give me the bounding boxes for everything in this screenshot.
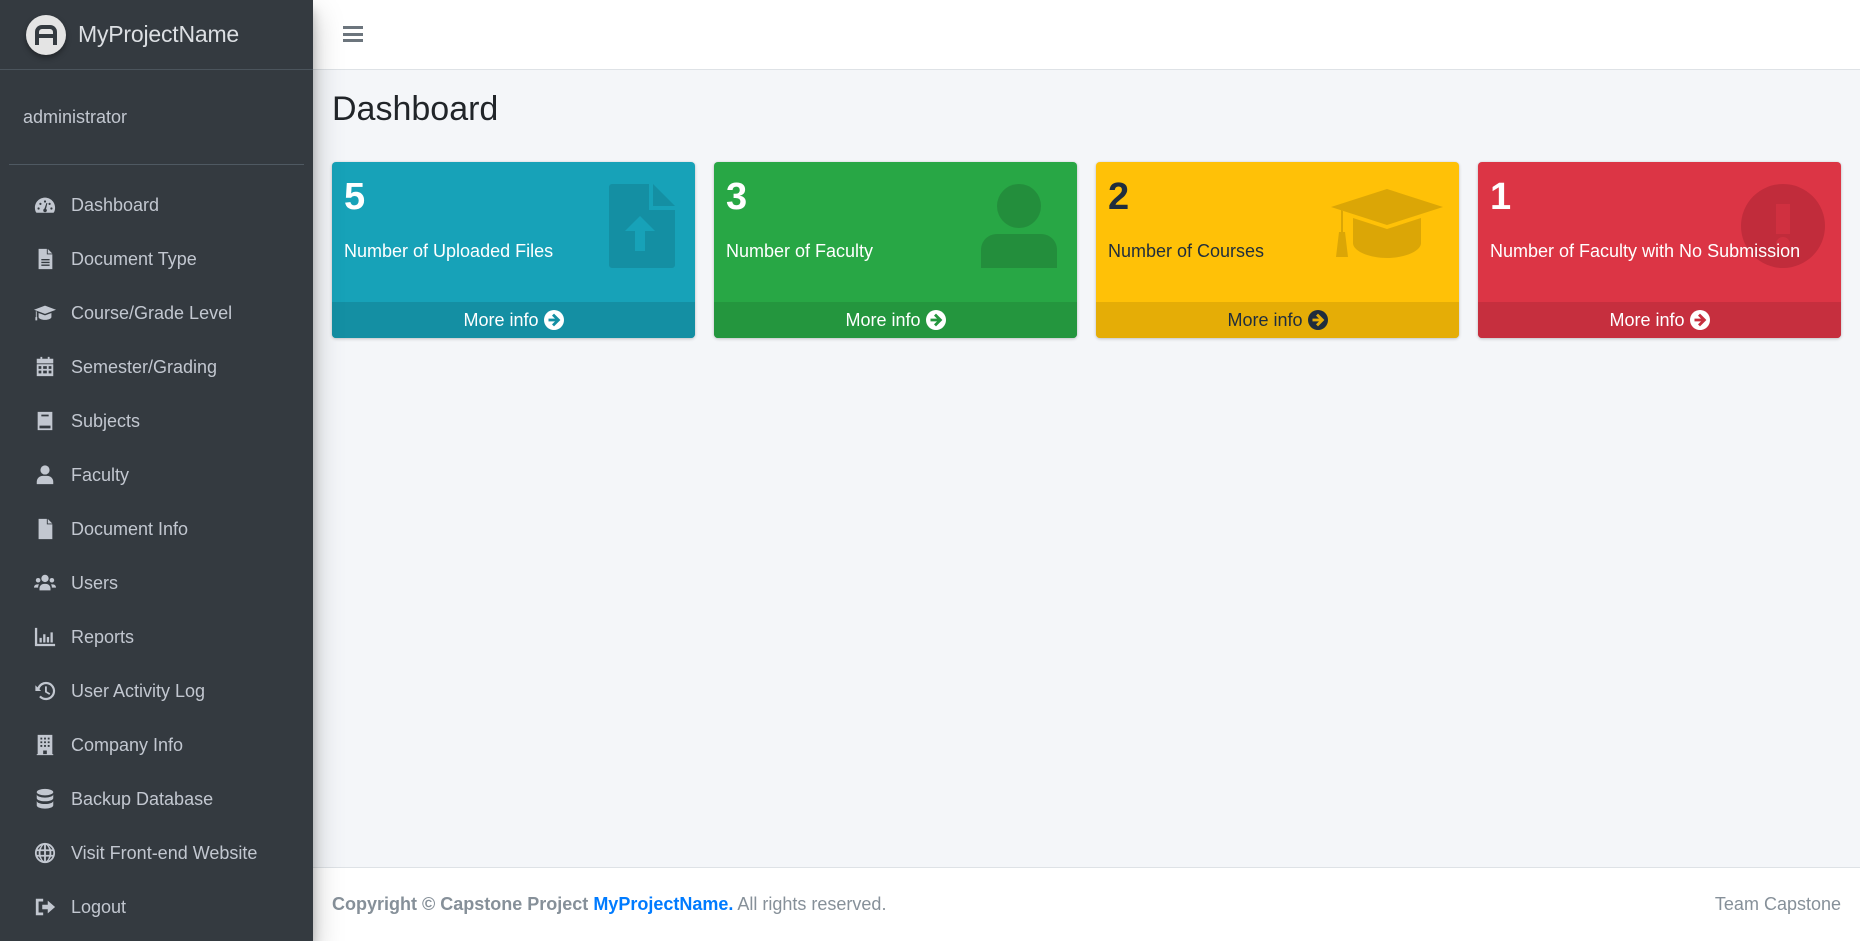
more-info-link[interactable]: More info	[714, 302, 1077, 338]
sidebar-item-label: Visit Front-end Website	[71, 842, 258, 863]
sidebar-item-backup-database[interactable]: Backup Database	[0, 772, 313, 826]
arrow-circle-right-icon	[925, 310, 946, 330]
bar-chart-icon	[33, 625, 57, 649]
card-faculty: 3 Number of Faculty More info	[714, 162, 1077, 338]
card-courses: 2 Number of Courses More info	[1096, 162, 1459, 338]
copyright-prefix: Copyright © Capstone Project	[332, 894, 589, 914]
sidebar-item-company-info[interactable]: Company Info	[0, 718, 313, 772]
card-label: Number of Uploaded Files	[344, 241, 554, 261]
card-value: 5	[344, 176, 366, 218]
sidebar-item-document-type[interactable]: Document Type	[0, 232, 313, 286]
users-icon	[33, 571, 57, 595]
sidebar-item-label: Users	[71, 572, 119, 593]
card-value: 1	[1490, 176, 1512, 218]
graduation-cap-icon	[33, 301, 57, 325]
user-name[interactable]: administrator	[23, 107, 127, 128]
sidebar-item-label: Subjects	[71, 410, 141, 431]
stat-cards: 5 Number of Uploaded Files More info 3 N…	[332, 162, 1841, 338]
sidebar: MyProjectName administrator Dashboard Do…	[0, 0, 313, 941]
sidebar-item-document-info[interactable]: Document Info	[0, 502, 313, 556]
file-text-icon	[33, 247, 57, 271]
sidebar-item-label: Document Type	[71, 248, 197, 269]
more-info-link[interactable]: More info	[332, 302, 695, 338]
more-info-label: More info	[1227, 309, 1303, 330]
more-info-label: More info	[845, 309, 921, 330]
card-uploaded-files: 5 Number of Uploaded Files More info	[332, 162, 695, 338]
sidebar-item-semester-grading[interactable]: Semester/Grading	[0, 340, 313, 394]
sidebar-item-dashboard[interactable]: Dashboard	[0, 178, 313, 232]
sidebar-item-user-activity-log[interactable]: User Activity Log	[0, 664, 313, 718]
more-info-label: More info	[1609, 309, 1685, 330]
sidebar-item-label: Backup Database	[71, 788, 214, 809]
sidebar-item-label: Document Info	[71, 518, 189, 539]
database-icon	[33, 787, 57, 811]
team-name: Team Capstone	[1714, 894, 1841, 914]
brand-link[interactable]: MyProjectName	[0, 0, 313, 70]
sidebar-nav: Dashboard Document Type Course/Grade Lev…	[0, 165, 313, 934]
globe-icon	[33, 841, 57, 865]
sidebar-item-logout[interactable]: Logout	[0, 880, 313, 934]
arrow-circle-right-icon	[1689, 310, 1710, 330]
graduation-cap-icon	[1331, 184, 1443, 268]
card-value: 3	[726, 176, 748, 218]
user-icon	[33, 463, 57, 487]
top-navbar	[313, 0, 1860, 70]
tachometer-icon	[33, 193, 57, 217]
brand-logo-icon	[26, 14, 66, 55]
sidebar-item-faculty[interactable]: Faculty	[0, 448, 313, 502]
main-footer: Copyright © Capstone Project MyProjectNa…	[313, 867, 1860, 941]
content-wrapper: Dashboard 5 Number of Uploaded Files Mor…	[313, 70, 1860, 867]
sidebar-item-label: Semester/Grading	[71, 356, 218, 377]
sidebar-item-course-grade-level[interactable]: Course/Grade Level	[0, 286, 313, 340]
card-value: 2	[1108, 176, 1130, 218]
calendar-icon	[33, 355, 57, 379]
sidebar-item-label: Faculty	[71, 464, 130, 485]
more-info-label: More info	[463, 309, 539, 330]
file-icon	[33, 517, 57, 541]
card-label: Number of Faculty with No Submission	[1490, 241, 1801, 261]
card-faculty-no-submission: 1 Number of Faculty with No Submission M…	[1478, 162, 1841, 338]
sidebar-item-subjects[interactable]: Subjects	[0, 394, 313, 448]
book-icon	[33, 409, 57, 433]
sidebar-item-label: Reports	[71, 626, 135, 647]
card-label: Number of Courses	[1108, 241, 1265, 261]
sidebar-item-users[interactable]: Users	[0, 556, 313, 610]
project-link[interactable]: MyProjectName.	[593, 894, 733, 914]
sidebar-item-reports[interactable]: Reports	[0, 610, 313, 664]
page-title: Dashboard	[332, 90, 499, 128]
arrow-circle-right-icon	[1307, 310, 1328, 330]
building-icon	[33, 733, 57, 757]
card-label: Number of Faculty	[726, 241, 874, 261]
history-icon	[33, 679, 57, 703]
sidebar-item-visit-front-end-website[interactable]: Visit Front-end Website	[0, 826, 313, 880]
user-icon	[977, 184, 1061, 268]
hamburger-icon[interactable]	[343, 24, 363, 44]
more-info-link[interactable]: More info	[1478, 302, 1841, 338]
file-upload-icon	[595, 184, 679, 268]
sign-out-icon	[33, 895, 57, 919]
arrow-circle-right-icon	[543, 310, 564, 330]
sidebar-item-label: User Activity Log	[71, 680, 206, 701]
more-info-link[interactable]: More info	[1096, 302, 1459, 338]
sidebar-item-label: Company Info	[71, 734, 184, 755]
rights-text: All rights reserved.	[737, 894, 887, 914]
user-panel: administrator	[9, 70, 304, 165]
sidebar-item-label: Dashboard	[71, 194, 160, 215]
brand-name: MyProjectName	[78, 21, 239, 47]
sidebar-item-label: Logout	[71, 896, 127, 917]
copyright: Copyright © Capstone Project MyProjectNa…	[332, 894, 886, 915]
sidebar-item-label: Course/Grade Level	[71, 302, 233, 323]
